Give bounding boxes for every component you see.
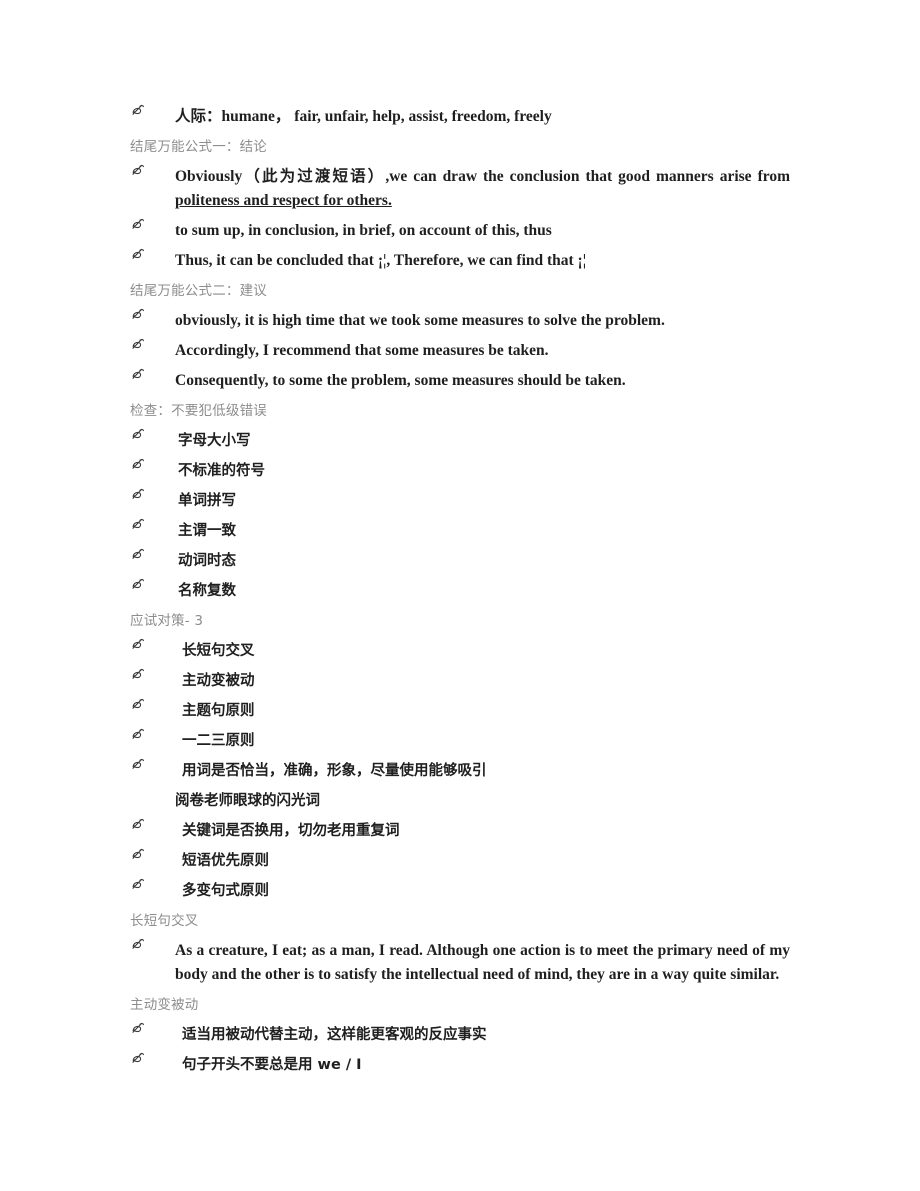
pen-flourish-icon: [130, 516, 178, 532]
list-item: Accordingly, I recommend that some measu…: [130, 336, 790, 366]
list-item-text: 不标准的符号: [178, 463, 265, 479]
list-item-text: 主题句原则: [182, 703, 255, 719]
list-item: 短语优先原则: [130, 846, 790, 876]
section-heading: 结尾万能公式二：建议: [130, 283, 267, 299]
pen-flourish-icon: [130, 456, 178, 472]
paragraph-underlined: politeness and respect for others.: [175, 192, 392, 209]
pen-flourish-icon: [130, 246, 175, 262]
pen-flourish-icon: [130, 1050, 182, 1066]
pen-flourish-icon: [130, 936, 175, 952]
pen-flourish-icon: [130, 336, 175, 352]
list-item: Consequently, to some the problem, some …: [130, 366, 790, 396]
list-item: 一二三原则: [130, 726, 790, 756]
list-item: 动词时态: [130, 546, 790, 576]
list-item-text: Consequently, to some the problem, some …: [175, 372, 626, 389]
list-item-text: obviously, it is high time that we took …: [175, 312, 665, 329]
list-item-text: 用词是否恰当，准确，形象，尽量使用能够吸引: [182, 763, 487, 779]
list-item-text: 主动变被动: [182, 673, 255, 689]
pen-flourish-icon: [130, 486, 178, 502]
list-item-text: 单词拼写: [178, 493, 236, 509]
list-item-text: 名称复数: [178, 583, 236, 599]
pen-flourish-icon: [130, 1020, 182, 1036]
document-content: 人际：humane， fair, unfair, help, assist, f…: [130, 102, 790, 1080]
list-item-text: 句子开头不要总是用 we / I: [182, 1057, 362, 1073]
list-item: 主谓一致: [130, 516, 790, 546]
list-item: to sum up, in conclusion, in brief, on a…: [130, 216, 790, 246]
pen-flourish-icon: [130, 696, 182, 712]
list-item-text: to sum up, in conclusion, in brief, on a…: [175, 222, 552, 239]
section-heading: 长短句交叉: [130, 913, 199, 929]
pen-flourish-icon: [130, 426, 178, 442]
list-item-text: 人际：humane， fair, unfair, help, assist, f…: [175, 108, 552, 125]
list-item: obviously, it is high time that we took …: [130, 306, 790, 336]
list-item: 人际：humane， fair, unfair, help, assist, f…: [130, 102, 790, 132]
pen-flourish-icon: [130, 876, 182, 892]
pen-flourish-icon: [130, 306, 175, 322]
pen-flourish-icon: [130, 756, 182, 772]
pen-flourish-icon: [130, 366, 175, 382]
pen-flourish-icon: [130, 666, 182, 682]
section-heading: 结尾万能公式一：结论: [130, 139, 267, 155]
list-item: 关键词是否换用，切勿老用重复词: [130, 816, 790, 846]
list-item-text: 短语优先原则: [182, 853, 269, 869]
section-heading: 应试对策- 3: [130, 613, 204, 629]
list-item-text: 适当用被动代替主动，这样能更客观的反应事实: [182, 1027, 487, 1043]
list-item: 适当用被动代替主动，这样能更客观的反应事实: [130, 1020, 790, 1050]
pen-flourish-icon: [130, 216, 175, 232]
list-item-text: 关键词是否换用，切勿老用重复词: [182, 823, 400, 839]
list-item: As a creature, I eat; as a man, I read. …: [130, 936, 790, 990]
pen-flourish-icon: [130, 546, 178, 562]
list-item: Thus, it can be concluded that ¡¦, There…: [130, 246, 790, 276]
list-item-paragraph: Obviously（此为过渡短语）,we can draw the conclu…: [175, 162, 790, 216]
pen-flourish-icon: [130, 846, 182, 862]
list-item: 长短句交叉: [130, 636, 790, 666]
list-item-text: 长短句交叉: [182, 643, 255, 659]
pen-flourish-icon: [130, 816, 182, 832]
list-item: 字母大小写: [130, 426, 790, 456]
document-page: 人际：humane， fair, unfair, help, assist, f…: [0, 0, 920, 1191]
list-item-paragraph: As a creature, I eat; as a man, I read. …: [175, 942, 790, 983]
list-item: Obviously（此为过渡短语）,we can draw the conclu…: [130, 162, 790, 216]
list-item: 主题句原则: [130, 696, 790, 726]
list-item: 主动变被动: [130, 666, 790, 696]
list-item-text: 多变句式原则: [182, 883, 269, 899]
list-item: 名称复数: [130, 576, 790, 606]
pen-flourish-icon: [130, 102, 175, 118]
list-item: 不标准的符号: [130, 456, 790, 486]
pen-flourish-icon: [130, 162, 175, 178]
list-item-text: 一二三原则: [182, 733, 255, 749]
list-item: 多变句式原则: [130, 876, 790, 906]
list-item-text: Accordingly, I recommend that some measu…: [175, 342, 549, 359]
list-item-text: 字母大小写: [178, 433, 251, 449]
list-item: 单词拼写: [130, 486, 790, 516]
list-item: 句子开头不要总是用 we / I: [130, 1050, 790, 1080]
pen-flourish-icon: [130, 726, 182, 742]
pen-flourish-icon: [130, 636, 182, 652]
list-item-continuation: 阅卷老师眼球的闪光词: [175, 793, 320, 809]
list-item-text: 主谓一致: [178, 523, 236, 539]
list-item: 用词是否恰当，准确，形象，尽量使用能够吸引: [130, 756, 790, 786]
section-heading: 检查：不要犯低级错误: [130, 403, 267, 419]
pen-flourish-icon: [130, 576, 178, 592]
list-item-text: Thus, it can be concluded that ¡¦, There…: [175, 252, 587, 269]
paragraph-lead: Obviously（此为过渡短语）,we can draw the conclu…: [175, 168, 790, 185]
section-heading: 主动变被动: [130, 997, 199, 1013]
list-item-text: 动词时态: [178, 553, 236, 569]
